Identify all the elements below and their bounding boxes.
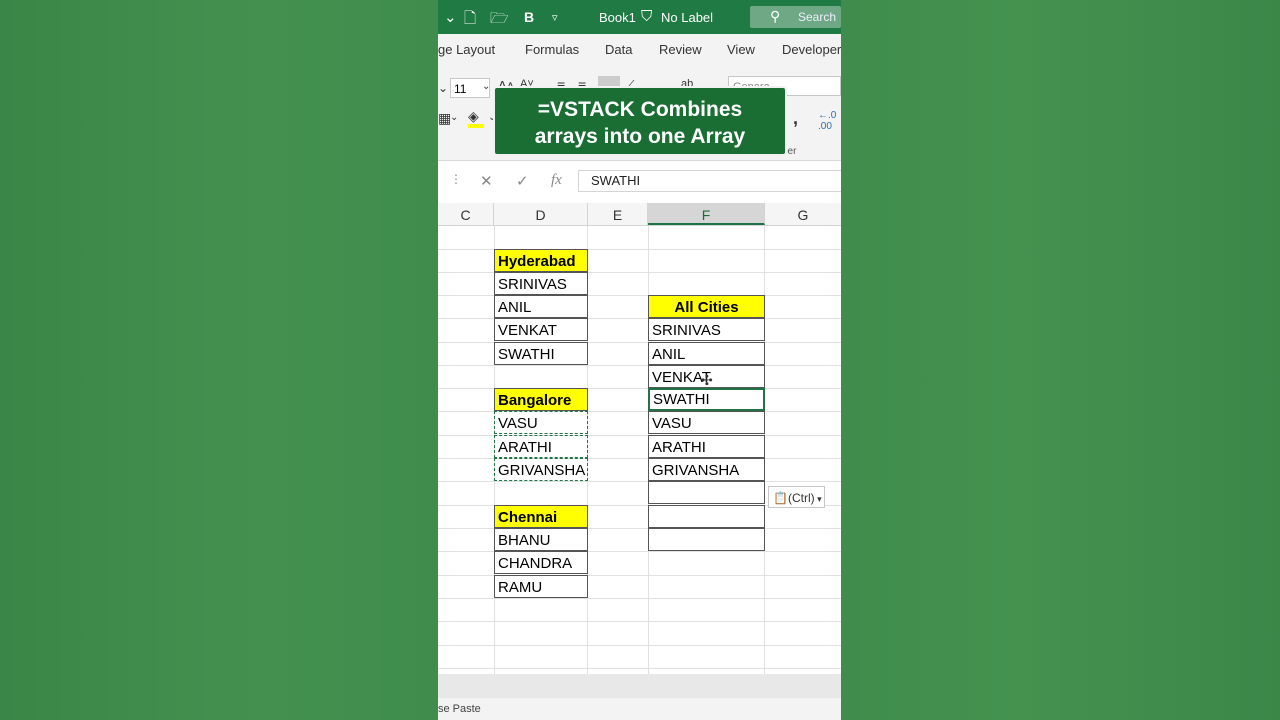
column-header-f[interactable]: F: [648, 203, 765, 225]
background-right: [841, 0, 1280, 720]
shield-icon: ⛉: [641, 8, 653, 25]
cell-bangalore[interactable]: GRIVANSHA: [494, 458, 588, 481]
title-bar: ⌄ 🗋 🗁 B ▿ Book1 ⛉ No Label ⚲ Search: [438, 0, 841, 34]
cell-hyderabad[interactable]: SWATHI: [494, 342, 588, 365]
increase-decimal-icon[interactable]: ←.0.00: [818, 110, 836, 132]
chevron-down-icon: ▾: [814, 494, 822, 504]
gridline: [438, 365, 841, 366]
column-header-d[interactable]: D: [494, 203, 588, 225]
cell-chennai[interactable]: RAMU: [494, 575, 588, 598]
formula-input[interactable]: SWATHI: [578, 170, 841, 192]
cell-chennai[interactable]: CHANDRA: [494, 551, 588, 574]
search-box[interactable]: ⚲ Search: [750, 6, 841, 28]
cell-all-cities[interactable]: [648, 481, 765, 504]
font-dropdown-arrow-icon[interactable]: ⌄: [438, 81, 448, 95]
caption-line-2: arrays into one Array: [534, 125, 746, 148]
horizontal-scroll-area[interactable]: [438, 674, 841, 698]
comma-style-icon[interactable]: ,: [793, 108, 798, 129]
insert-function-icon[interactable]: fx: [551, 172, 562, 189]
clipboard-icon: 📋: [773, 491, 788, 505]
cell-all-cities[interactable]: GRIVANSHA: [648, 458, 765, 481]
cell-all-cities-header[interactable]: All Cities: [648, 295, 765, 318]
tab-developer[interactable]: Developer: [782, 42, 841, 57]
fill-color-swatch: [468, 124, 484, 128]
cell-all-cities-selected[interactable]: SWATHI: [648, 388, 765, 411]
ribbon-tabs: ge Layout Formulas Data Review View Deve…: [438, 34, 841, 66]
cell-all-cities[interactable]: [648, 528, 765, 551]
customize-toolbar-icon[interactable]: ▿: [552, 11, 558, 24]
column-header-g[interactable]: G: [765, 203, 841, 225]
tab-view[interactable]: View: [727, 42, 755, 57]
gridline: [438, 668, 841, 669]
cell-chennai[interactable]: BHANU: [494, 528, 588, 551]
paste-options-label: (Ctrl): [787, 491, 815, 505]
cell-all-cities[interactable]: SRINIVAS: [648, 318, 765, 341]
cell-bangalore[interactable]: VASU: [494, 411, 588, 434]
column-header-e[interactable]: E: [588, 203, 648, 225]
fill-color-icon[interactable]: ◈: [468, 108, 479, 125]
column-headers: C D E F G: [438, 203, 841, 226]
sensitivity-label[interactable]: No Label: [661, 10, 713, 25]
worksheet-grid[interactable]: Hyderabad SRINIVAS ANIL VENKAT SWATHI Ba…: [438, 226, 841, 674]
gridline: [438, 645, 841, 646]
tab-data[interactable]: Data: [605, 42, 632, 57]
workbook-name: Book1: [599, 10, 636, 25]
caption-line-1: =VSTACK Combines: [537, 98, 743, 121]
font-size-arrow-icon[interactable]: ⌄: [482, 81, 490, 92]
cell-all-cities[interactable]: ANIL: [648, 342, 765, 365]
cell-hyderabad-header[interactable]: Hyderabad: [494, 249, 588, 272]
open-folder-icon[interactable]: 🗁: [490, 8, 509, 33]
merge-icon[interactable]: [598, 76, 620, 86]
borders-arrow-icon[interactable]: ⌄: [450, 112, 458, 123]
cell-all-cities[interactable]: VASU: [648, 411, 765, 434]
new-file-icon[interactable]: 🗋: [464, 8, 476, 33]
cell-all-cities[interactable]: ARATHI: [648, 435, 765, 458]
column-header-c[interactable]: C: [438, 203, 494, 225]
tab-page-layout[interactable]: ge Layout: [438, 42, 495, 57]
tab-formulas[interactable]: Formulas: [525, 42, 579, 57]
cell-all-cities[interactable]: [648, 505, 765, 528]
cancel-icon[interactable]: ✕: [480, 172, 493, 190]
background-left: [0, 0, 438, 720]
bold-icon[interactable]: B: [524, 9, 534, 25]
cell-chennai-header[interactable]: Chennai: [494, 505, 588, 528]
gridline: [438, 481, 841, 482]
more-options-icon[interactable]: ⋮: [450, 172, 462, 186]
gridline: [438, 598, 841, 599]
cell-bangalore[interactable]: ARATHI: [494, 435, 588, 458]
vstack-caption-banner: =VSTACK Combines arrays into one Array: [493, 86, 787, 156]
enter-check-icon[interactable]: ✓: [516, 172, 529, 190]
paste-options-button[interactable]: 📋(Ctrl) ▾: [768, 486, 825, 508]
cell-bangalore-header[interactable]: Bangalore: [494, 388, 588, 411]
dropdown-chevron-icon[interactable]: ⌄: [444, 8, 457, 26]
cell-hyderabad[interactable]: ANIL: [494, 295, 588, 318]
formula-bar: ⋮ ✕ ✓ fx SWATHI: [438, 168, 841, 196]
status-bar: se Paste: [438, 698, 841, 720]
cell-hyderabad[interactable]: VENKAT: [494, 318, 588, 341]
status-text: se Paste: [438, 703, 481, 715]
search-placeholder: Search: [798, 10, 837, 24]
gridline: [438, 621, 841, 622]
tab-review[interactable]: Review: [659, 42, 702, 57]
cell-hyderabad[interactable]: SRINIVAS: [494, 272, 588, 295]
search-icon: ⚲: [770, 8, 781, 24]
cursor-icon: ✣: [701, 372, 713, 388]
